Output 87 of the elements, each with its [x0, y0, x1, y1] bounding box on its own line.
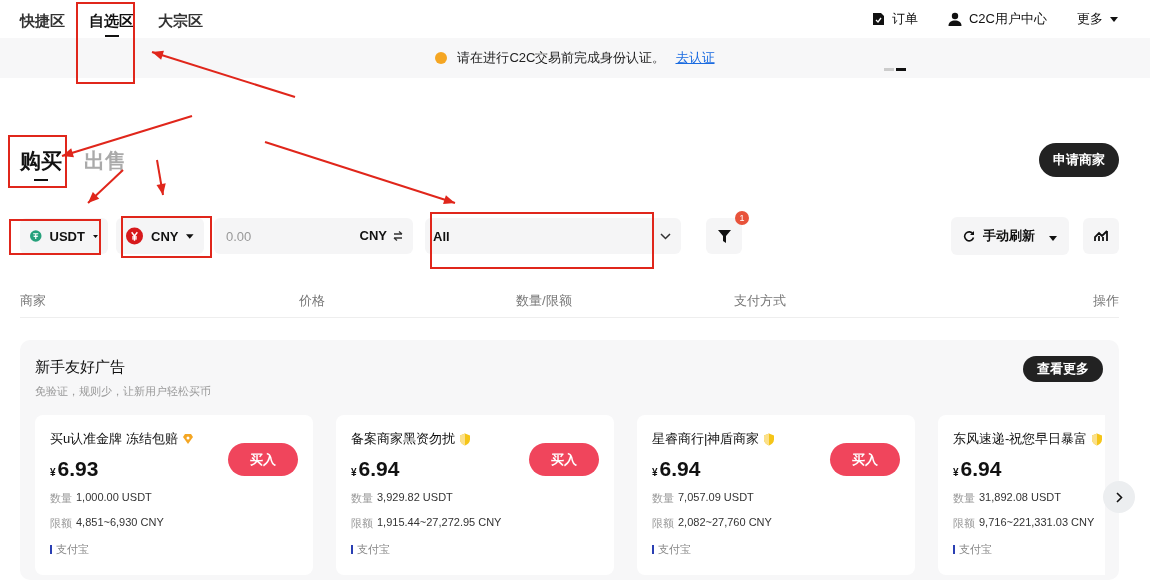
merchant-name: 东风速递-祝您早日暴富: [953, 430, 1088, 448]
caret-icon: [92, 233, 98, 239]
fiat-select[interactable]: CNY: [116, 218, 204, 254]
view-more-button[interactable]: 查看更多: [1023, 356, 1103, 382]
nav-tab[interactable]: 大宗区: [158, 1, 203, 47]
merchant-name: 买u认准金牌 冻结包赔: [50, 430, 178, 448]
buy-button[interactable]: 买入: [228, 443, 298, 476]
quantity-value: 31,892.08 USDT: [979, 491, 1061, 505]
coin-icon: [30, 227, 42, 245]
trade-tab[interactable]: 购买: [20, 139, 62, 181]
caret-icon: [186, 233, 194, 239]
warning-icon: [435, 52, 448, 64]
buy-button[interactable]: 买入: [529, 443, 599, 476]
shield-badge-icon: [763, 432, 776, 446]
refresh-button[interactable]: 手动刷新: [951, 217, 1069, 255]
chevron-down-icon: [660, 232, 671, 240]
currency-symbol: ¥: [953, 467, 959, 478]
price: 6.94: [358, 457, 400, 481]
annotation-box: [8, 135, 67, 188]
nav-link-label: 更多: [1077, 10, 1103, 28]
nav-tab[interactable]: 快捷区: [20, 1, 65, 47]
currency-symbol: ¥: [652, 467, 658, 478]
chart-icon: [1094, 230, 1108, 242]
merchant-name: 星睿商行|神盾商家: [652, 430, 760, 448]
filter-icon: [717, 229, 731, 243]
currency-icon: [126, 227, 143, 245]
quantity-value: 3,929.82 USDT: [377, 491, 453, 505]
payment-method: 支付宝: [652, 542, 900, 557]
currency-symbol: ¥: [50, 467, 56, 478]
payment-method: 支付宝: [953, 542, 1105, 557]
limit-value: 2,082~27,760 CNY: [678, 516, 772, 530]
payment-method: 支付宝: [351, 542, 599, 557]
nav-link[interactable]: 订单: [872, 10, 918, 28]
nav-link[interactable]: C2C用户中心: [948, 10, 1047, 28]
diamond-badge-icon: [181, 433, 194, 445]
shield-badge-icon: [459, 432, 471, 446]
notice-text: 请在进行C2C交易前完成身份认证。: [457, 49, 666, 67]
info-label: 数量: [652, 491, 674, 506]
chevron-right-icon: [1115, 491, 1123, 503]
price: 6.94: [960, 457, 1002, 481]
next-button[interactable]: [1103, 481, 1135, 513]
caret-icon: [1110, 16, 1118, 22]
info-label: 限额: [652, 516, 674, 531]
buy-button[interactable]: 买入: [830, 443, 900, 476]
payment-select[interactable]: All: [425, 218, 681, 254]
info-label: 数量: [351, 491, 373, 506]
promo-title: 新手友好广告: [35, 358, 126, 377]
promo-subtitle: 免验证，规则少，让新用户轻松买币: [35, 384, 211, 399]
nav-link-label: 订单: [892, 10, 918, 28]
merchant-name: 备案商家黑资勿扰: [351, 430, 455, 448]
currency-symbol: ¥: [351, 467, 357, 478]
column-header: 操作: [1093, 291, 1119, 310]
info-label: 限额: [50, 516, 72, 531]
apply-merchant-button[interactable]: 申请商家: [1039, 143, 1119, 177]
refresh-icon: [963, 230, 975, 242]
info-label: 数量: [953, 491, 975, 506]
quantity-value: 1,000.00 USDT: [76, 491, 152, 505]
quantity-value: 7,057.09 USDT: [678, 491, 754, 505]
nav-tab[interactable]: 自选区: [89, 1, 134, 47]
price: 6.94: [659, 457, 701, 481]
info-label: 限额: [351, 516, 373, 531]
limit-value: 1,915.44~27,272.95 CNY: [377, 516, 502, 530]
shield-badge-icon: [1091, 432, 1104, 446]
nav-link[interactable]: 更多: [1077, 10, 1118, 28]
filter-button[interactable]: [706, 218, 742, 254]
column-header: 商家: [20, 291, 47, 310]
coin-select[interactable]: USDT: [20, 218, 108, 254]
document-icon: [872, 12, 885, 26]
filter-count-badge: 1: [735, 211, 749, 225]
annotation-arrow: [87, 169, 124, 204]
caret-icon: [1049, 235, 1057, 241]
payment-method: 支付宝: [50, 542, 298, 557]
limit-value: 9,716~221,331.03 CNY: [979, 516, 1095, 530]
column-header: 支付方式: [734, 291, 787, 310]
column-header: 价格: [299, 291, 326, 310]
column-header: 数量/限额: [516, 291, 573, 310]
swap-icon: [393, 230, 403, 241]
chart-button[interactable]: [1083, 218, 1119, 254]
limit-value: 4,851~6,930 CNY: [76, 516, 164, 530]
verify-link[interactable]: 去认证: [675, 49, 715, 67]
price: 6.93: [57, 457, 99, 481]
amount-unit: CNY: [359, 228, 403, 243]
info-label: 数量: [50, 491, 72, 506]
nav-link-label: C2C用户中心: [969, 10, 1047, 28]
carousel-dots-icon: [884, 68, 906, 71]
info-label: 限额: [953, 516, 975, 531]
user-icon: [948, 12, 962, 26]
